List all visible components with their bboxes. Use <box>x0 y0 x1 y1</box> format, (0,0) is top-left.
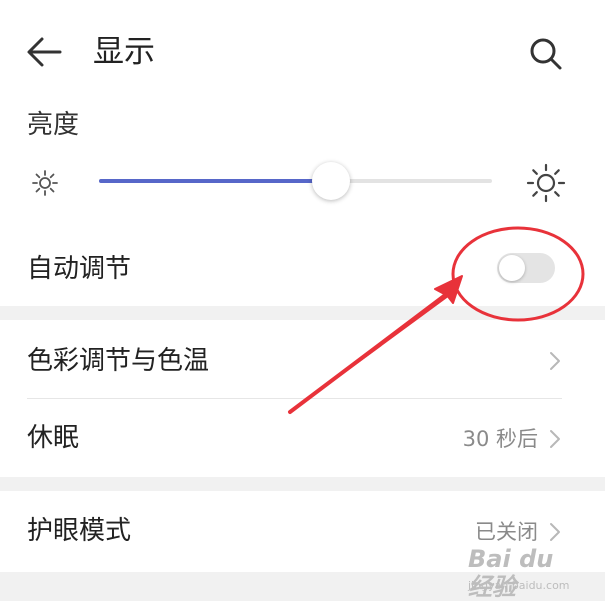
chevron-right-icon <box>548 428 562 450</box>
row-sleep-value: 30 秒后 <box>462 427 538 451</box>
toggle-knob <box>499 255 525 281</box>
row-eye-comfort-value: 已关闭 <box>475 520 538 544</box>
section-divider <box>0 477 605 491</box>
row-sleep-label: 休眠 <box>27 423 80 453</box>
baidu-watermark: Bai du 经验 jingyan.baidu.com <box>468 545 578 601</box>
auto-adjust-toggle[interactable] <box>497 253 555 283</box>
sun-small-icon <box>30 168 60 198</box>
row-eye-comfort-label: 护眼模式 <box>27 516 132 546</box>
brightness-slider[interactable] <box>99 179 492 183</box>
row-color-temperature[interactable]: 色彩调节与色温 <box>0 320 605 398</box>
brightness-slider-thumb[interactable] <box>311 162 350 200</box>
back-arrow-icon <box>27 37 62 67</box>
section-divider <box>0 306 605 320</box>
brightness-slider-fill <box>99 179 331 183</box>
search-button[interactable] <box>526 34 566 74</box>
row-sleep[interactable]: 休眠 30 秒后 <box>0 399 605 477</box>
sun-large-icon <box>526 163 566 203</box>
search-icon <box>530 38 562 70</box>
chevron-right-icon <box>548 521 562 543</box>
page-title: 显示 <box>93 34 155 70</box>
row-color-temperature-label: 色彩调节与色温 <box>27 346 210 376</box>
back-button[interactable] <box>24 34 64 70</box>
chevron-right-icon <box>548 350 562 372</box>
auto-adjust-label: 自动调节 <box>27 254 132 284</box>
brightness-label: 亮度 <box>27 110 80 140</box>
watermark-url: jingyan.baidu.com <box>468 579 570 592</box>
